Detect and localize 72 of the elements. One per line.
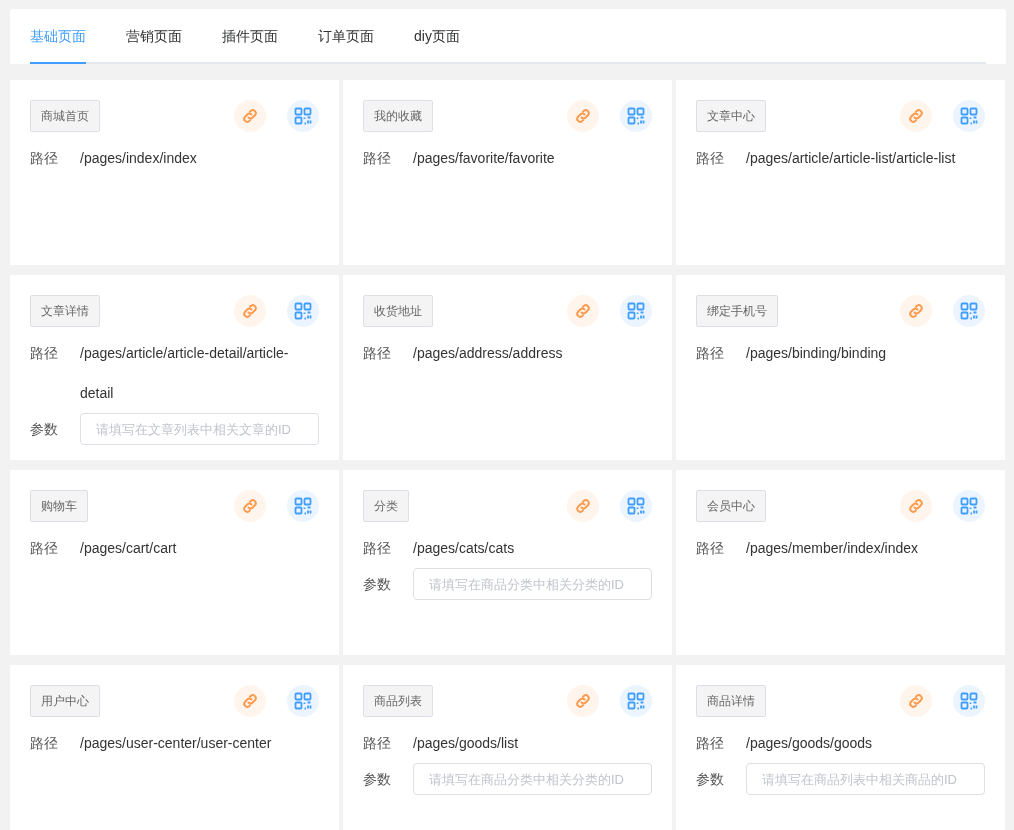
- page-tab[interactable]: 插件页面: [222, 28, 278, 64]
- page-name-tag: 绑定手机号: [696, 295, 778, 327]
- page-tab[interactable]: 订单页面: [318, 28, 374, 64]
- link-icon[interactable]: [900, 490, 932, 522]
- page-path: /pages/cart/cart: [80, 539, 178, 558]
- page-name-tag: 会员中心: [696, 490, 766, 522]
- path-label: 路径: [696, 539, 725, 558]
- path-label: 路径: [696, 344, 725, 363]
- qr-code-icon[interactable]: [953, 295, 985, 327]
- page-path: /pages/binding/binding: [746, 344, 888, 363]
- qr-code-icon[interactable]: [620, 490, 652, 522]
- page-name-tag: 商品列表: [363, 685, 433, 717]
- page-path: /pages/user-center/user-center: [80, 734, 273, 753]
- link-icon[interactable]: [900, 685, 932, 717]
- param-input-field[interactable]: 请填写在商品分类中相关分类的ID: [413, 568, 652, 600]
- param-input-field[interactable]: 请填写在商品列表中相关商品的ID: [746, 763, 985, 795]
- qr-code-icon[interactable]: [287, 100, 319, 132]
- page-name-tag: 文章中心: [696, 100, 766, 132]
- path-label: 路径: [363, 539, 392, 558]
- page-tab[interactable]: 营销页面: [126, 28, 182, 64]
- page-path: /pages/address/address: [413, 344, 564, 363]
- qr-code-icon[interactable]: [620, 685, 652, 717]
- param-input-field[interactable]: 请填写在文章列表中相关文章的ID: [80, 413, 319, 445]
- qr-code-icon[interactable]: [953, 490, 985, 522]
- qr-code-icon[interactable]: [620, 100, 652, 132]
- page-path: /pages/favorite/favorite: [413, 149, 556, 168]
- param-input-field[interactable]: 请填写在商品分类中相关分类的ID: [413, 763, 652, 795]
- path-label: 路径: [363, 149, 392, 168]
- path-label: 路径: [30, 734, 59, 753]
- link-icon[interactable]: [900, 100, 932, 132]
- qr-code-icon[interactable]: [287, 490, 319, 522]
- page-path: /pages/cats/cats: [413, 539, 516, 558]
- param-label: 参数: [363, 575, 392, 594]
- qr-code-icon[interactable]: [953, 685, 985, 717]
- qr-code-icon[interactable]: [287, 685, 319, 717]
- qr-code-icon[interactable]: [620, 295, 652, 327]
- page-name-tag: 商品详情: [696, 685, 766, 717]
- path-label: 路径: [30, 149, 59, 168]
- page-path: /pages/index/index: [80, 149, 198, 168]
- path-label: 路径: [696, 734, 725, 753]
- param-label: 参数: [696, 770, 725, 789]
- page-name-tag: 我的收藏: [363, 100, 433, 132]
- link-icon[interactable]: [567, 295, 599, 327]
- page-tab[interactable]: diy页面: [414, 28, 460, 64]
- page-path: /pages/goods/list: [413, 734, 520, 753]
- path-label: 路径: [363, 344, 392, 363]
- link-icon[interactable]: [234, 295, 266, 327]
- link-icon[interactable]: [234, 100, 266, 132]
- qr-code-icon[interactable]: [953, 100, 985, 132]
- page-name-tag: 商城首页: [30, 100, 100, 132]
- param-label: 参数: [363, 770, 392, 789]
- path-label: 路径: [696, 149, 725, 168]
- page-name-tag: 文章详情: [30, 295, 100, 327]
- page-name-tag: 购物车: [30, 490, 88, 522]
- link-icon[interactable]: [567, 685, 599, 717]
- qr-code-icon[interactable]: [287, 295, 319, 327]
- link-icon[interactable]: [234, 490, 266, 522]
- page-name-tag: 收货地址: [363, 295, 433, 327]
- link-icon[interactable]: [234, 685, 266, 717]
- page-path: /pages/member/index/index: [746, 539, 919, 558]
- link-icon[interactable]: [900, 295, 932, 327]
- path-label: 路径: [30, 539, 59, 558]
- param-label: 参数: [30, 420, 59, 439]
- page-path: /pages/goods/goods: [746, 734, 874, 753]
- page-path: /pages/article/article-list/article-list: [746, 149, 957, 168]
- link-icon[interactable]: [567, 100, 599, 132]
- path-label: 路径: [30, 344, 59, 363]
- path-label: 路径: [363, 734, 392, 753]
- page-name-tag: 分类: [363, 490, 409, 522]
- page-path: /pages/article/article-detail/article-detail: [80, 344, 290, 403]
- page-name-tag: 用户中心: [30, 685, 100, 717]
- link-icon[interactable]: [567, 490, 599, 522]
